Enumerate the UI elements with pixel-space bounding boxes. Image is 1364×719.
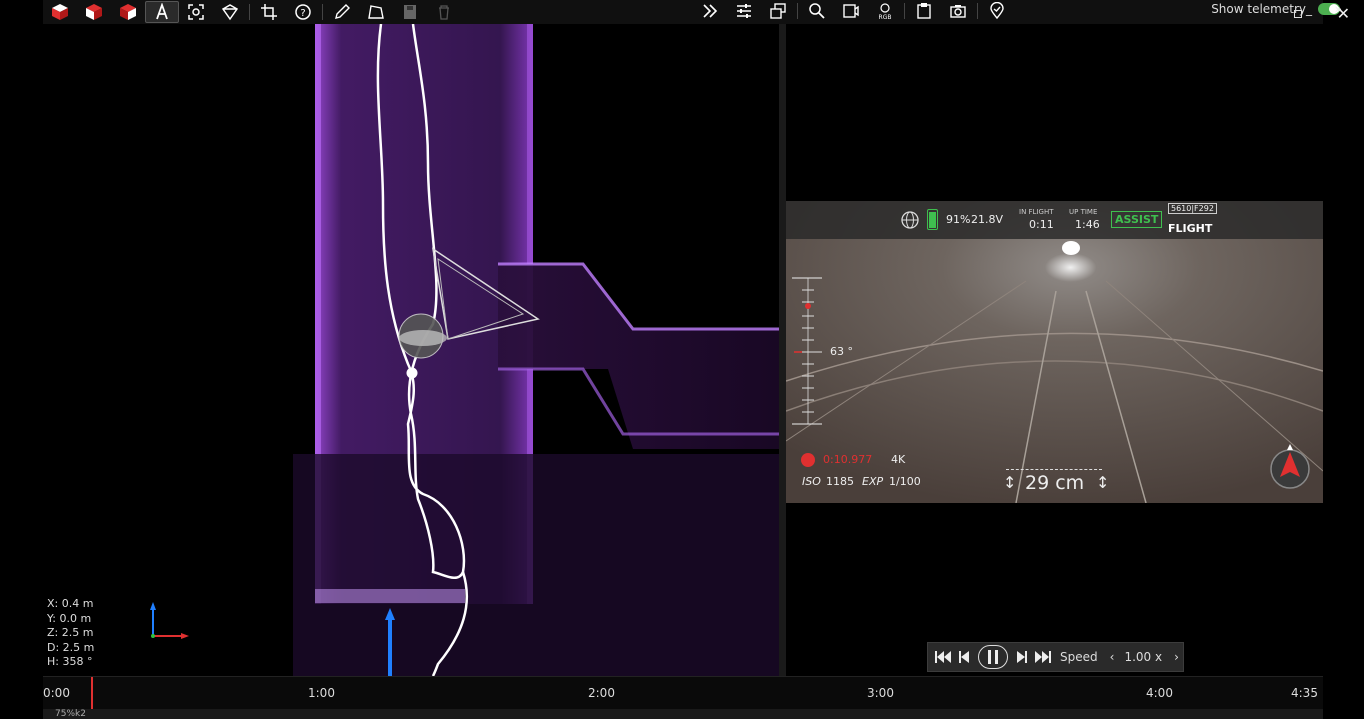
panel-splitter[interactable] (779, 24, 786, 676)
pointcloud-viewport[interactable]: X: 0.4 m Y: 0.0 m Z: 2.5 m D: 2.5 m H: 3… (43, 24, 779, 676)
coord-x: X: 0.4 m (47, 597, 94, 610)
crop-icon[interactable] (252, 1, 286, 23)
flight-state: FLIGHT (1168, 222, 1213, 235)
save-icon[interactable] (393, 1, 427, 23)
distance-line (1006, 469, 1102, 470)
trash-icon[interactable] (427, 1, 461, 23)
step-forward-icon[interactable] (1012, 648, 1030, 666)
record-dot-icon (801, 453, 815, 467)
cube-red-side-icon[interactable] (111, 1, 145, 23)
coord-z: Z: 2.5 m (47, 626, 94, 639)
pointcloud-scene (150, 24, 779, 676)
in-flight-time: 0:11 (1029, 218, 1054, 231)
pencil-icon[interactable] (325, 1, 359, 23)
clipboard-icon[interactable] (907, 0, 941, 22)
up-time-label: UP TIME (1069, 208, 1098, 216)
cube-red-alt-icon[interactable] (77, 1, 111, 23)
exp-value: 1/100 (889, 475, 921, 488)
assist-mode-badge: ASSIST (1111, 211, 1163, 228)
up-time-value: 1:46 (1075, 218, 1100, 231)
distance-value: 29 cm (1025, 472, 1085, 494)
battery-voltage: 21.8V (971, 213, 1004, 226)
pause-button[interactable] (978, 645, 1008, 669)
restore-window-icon[interactable] (1294, 10, 1302, 18)
timeline-tick: 0:00 (43, 686, 70, 700)
speed-label: Speed (1060, 650, 1098, 664)
record-time: 0:10.977 (823, 453, 873, 466)
timeline-tick: 1:00 (308, 686, 335, 700)
speed-decrease-icon[interactable]: ‹ (1110, 650, 1115, 664)
double-chevron-icon[interactable] (693, 0, 727, 22)
gem-icon[interactable] (213, 1, 247, 23)
lidar-structure (498, 264, 779, 449)
scrollbar-label: 75%k2 (55, 709, 86, 719)
tilt-value: 63 ° (830, 345, 853, 358)
timeline-tick: 3:00 (867, 686, 894, 700)
speed-value: 1.00 x (1124, 650, 1163, 664)
top-toolbar: ? RGB (43, 0, 1323, 24)
timeline-cursor[interactable] (91, 677, 93, 710)
polygon-icon[interactable] (359, 1, 393, 23)
location-pin-icon[interactable] (980, 0, 1014, 22)
sliders-icon[interactable] (727, 0, 761, 22)
firmware-badge: 5610|F292 (1168, 203, 1217, 214)
app-window: ? RGB Show telemetry_ » ✕ X: 0.4 m Y: 0.… (0, 0, 1364, 719)
coord-h: H: 358 ° (47, 655, 93, 668)
iso-value: 1185 (826, 475, 854, 488)
step-back-icon[interactable] (956, 648, 974, 666)
coord-d: D: 2.5 m (47, 640, 95, 654)
resolution-label: 4K (891, 453, 906, 466)
in-flight-label: IN FLIGHT (1019, 208, 1054, 216)
drone-position-marker (406, 367, 418, 379)
compass-icon (1270, 444, 1310, 489)
battery-icon (927, 209, 938, 230)
speed-increase-icon[interactable]: › (1174, 650, 1179, 664)
timeline-tick: 4:00 (1146, 686, 1173, 700)
cube-red-icon[interactable] (43, 1, 77, 23)
svg-text:?: ? (300, 8, 305, 19)
camera-feed: 91% 21.8V IN FLIGHT 0:11 UP TIME 1:46 AS… (786, 201, 1323, 503)
distance-arrow-right-icon: ↕ (1096, 473, 1110, 492)
gps-globe-icon (901, 211, 919, 229)
coordinates-readout: X: 0.4 m Y: 0.0 m Z: 2.5 m D: 2.5 m H: 3… (43, 595, 101, 673)
timeline-tick: 2:00 (588, 686, 615, 700)
screenshot-frame-icon[interactable] (179, 1, 213, 23)
timeline-tick: 4:35 (1291, 686, 1318, 700)
svg-text:RGB: RGB (879, 14, 892, 20)
exp-label: EXP (862, 475, 884, 488)
cursor-A-icon[interactable] (145, 1, 179, 23)
camera-icon[interactable] (941, 0, 975, 22)
telemetry-toggle-group: Show telemetry_ (1211, 0, 1340, 18)
skip-end-icon[interactable] (1034, 648, 1052, 666)
layers-icon[interactable] (761, 0, 795, 22)
pause-icon (988, 650, 998, 664)
zoom-icon[interactable] (800, 0, 834, 22)
tilt-gauge (792, 277, 822, 425)
toolbar-divider (322, 4, 323, 20)
timeline-scrollbar[interactable]: 75%k2 (43, 709, 1323, 719)
timeline[interactable]: 0:00 1:00 2:00 3:00 4:00 4:35 (43, 676, 1323, 710)
coord-y: Y: 0.0 m (47, 611, 92, 625)
rgb-icon[interactable]: RGB (868, 0, 902, 22)
battery-percent: 91% (946, 213, 971, 226)
toolbar-right-group: RGB (693, 0, 1014, 22)
iso-label: ISO (802, 475, 821, 488)
toolbar-divider (904, 3, 905, 19)
skip-start-icon[interactable] (934, 648, 952, 666)
hud-top-bar (786, 201, 1323, 239)
playback-controls: Speed ‹ 1.00 x › (927, 642, 1184, 672)
help-circle-icon[interactable]: ? (286, 1, 320, 23)
toolbar-divider (249, 4, 250, 20)
distance-arrow-left-icon: ↕ (1003, 473, 1017, 492)
video-export-icon[interactable] (834, 0, 868, 22)
toolbar-divider (797, 3, 798, 19)
toolbar-divider (977, 3, 978, 19)
close-icon[interactable]: ✕ (1337, 4, 1350, 23)
